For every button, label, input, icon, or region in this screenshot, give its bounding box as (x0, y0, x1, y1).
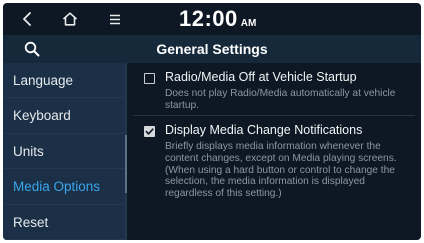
chevron-left-icon (23, 12, 31, 26)
setting-display-media-notifications[interactable]: Display Media Change Notifications Brief… (133, 116, 415, 240)
back-button[interactable] (15, 3, 39, 35)
home-button[interactable] (55, 3, 85, 35)
clock: 12:00 AM (179, 6, 256, 32)
title-bar: General Settings (3, 35, 421, 63)
setting-title: Radio/Media Off at Vehicle Startup (165, 70, 357, 84)
menu-icon (110, 14, 120, 24)
clock-time: 12:00 (179, 6, 238, 31)
sidebar: Language Keyboard Units Media Options Re… (3, 63, 125, 240)
display-media-notifications-checkbox[interactable] (144, 126, 155, 137)
radio-media-off-checkbox[interactable] (144, 73, 155, 84)
sidebar-item-media-options[interactable]: Media Options (3, 169, 125, 205)
search-button[interactable] (19, 37, 45, 61)
search-icon (24, 41, 40, 57)
sidebar-item-keyboard[interactable]: Keyboard (3, 98, 125, 134)
setting-title: Display Media Change Notifications (165, 123, 363, 137)
sidebar-item-reset[interactable]: Reset (3, 205, 125, 240)
settings-screen: 12:00 AM General Settings Language Keybo… (3, 3, 421, 240)
clock-ampm: AM (240, 18, 257, 29)
setting-description: Briefly displays media information whene… (165, 141, 397, 200)
settings-content: Radio/Media Off at Vehicle Startup Does … (133, 63, 415, 240)
page-title: General Settings (156, 41, 268, 57)
sidebar-item-language[interactable]: Language (3, 63, 125, 99)
menu-button[interactable] (103, 3, 127, 35)
sidebar-scrollbar[interactable] (125, 63, 127, 240)
sidebar-item-units[interactable]: Units (3, 134, 125, 170)
setting-description: Does not play Radio/Media automatically … (165, 88, 396, 111)
setting-radio-media-off[interactable]: Radio/Media Off at Vehicle Startup Does … (133, 63, 415, 115)
home-icon (62, 12, 78, 26)
checkmark-icon (144, 127, 154, 135)
scrollbar-thumb[interactable] (125, 135, 127, 193)
status-bar: 12:00 AM (3, 3, 421, 35)
